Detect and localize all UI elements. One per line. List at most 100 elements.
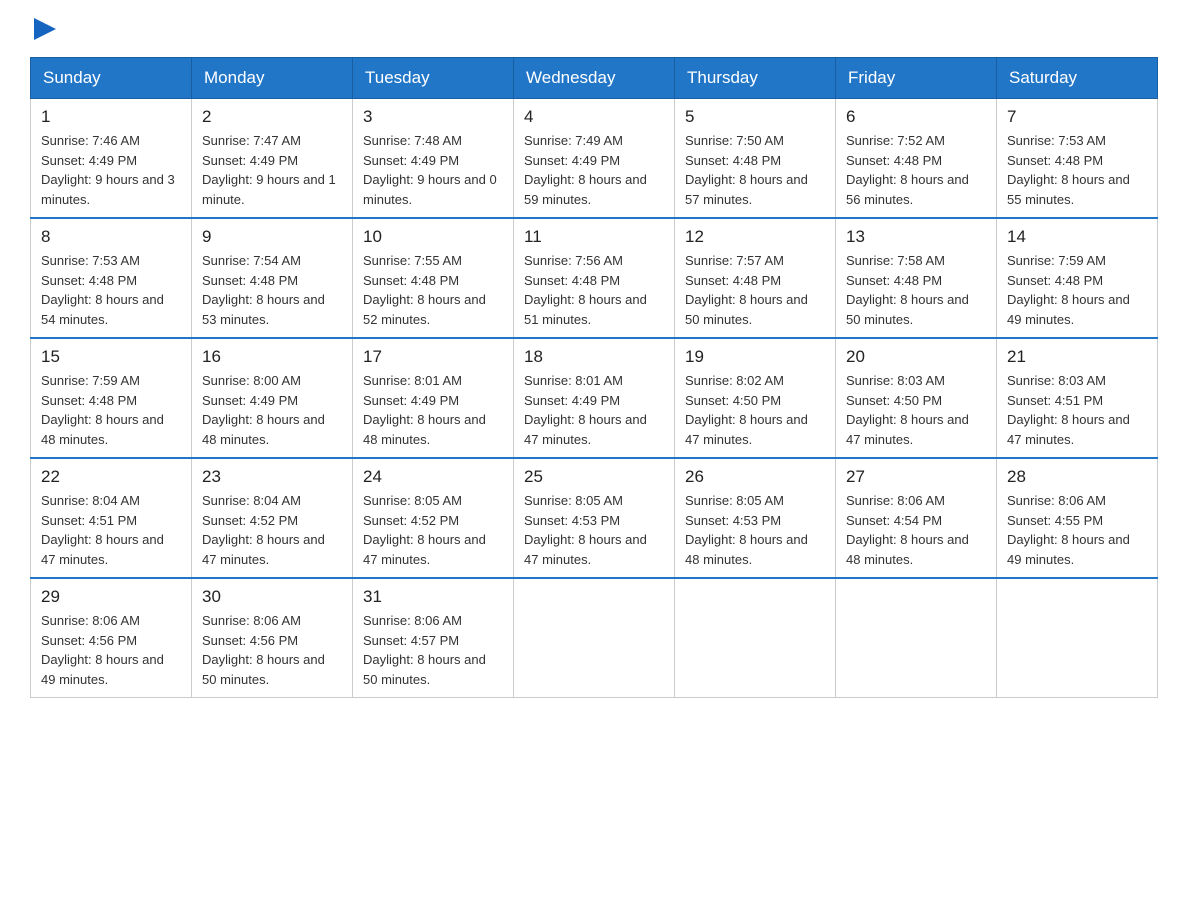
day-number: 2 bbox=[202, 107, 342, 127]
calendar-cell: 6 Sunrise: 7:52 AMSunset: 4:48 PMDayligh… bbox=[836, 99, 997, 219]
day-info: Sunrise: 8:06 AMSunset: 4:56 PMDaylight:… bbox=[202, 611, 342, 689]
day-number: 13 bbox=[846, 227, 986, 247]
calendar-cell: 2 Sunrise: 7:47 AMSunset: 4:49 PMDayligh… bbox=[192, 99, 353, 219]
day-number: 29 bbox=[41, 587, 181, 607]
day-info: Sunrise: 8:01 AMSunset: 4:49 PMDaylight:… bbox=[363, 371, 503, 449]
day-info: Sunrise: 7:52 AMSunset: 4:48 PMDaylight:… bbox=[846, 131, 986, 209]
day-info: Sunrise: 7:47 AMSunset: 4:49 PMDaylight:… bbox=[202, 131, 342, 209]
day-info: Sunrise: 8:03 AMSunset: 4:50 PMDaylight:… bbox=[846, 371, 986, 449]
day-number: 9 bbox=[202, 227, 342, 247]
calendar-cell: 28 Sunrise: 8:06 AMSunset: 4:55 PMDaylig… bbox=[997, 458, 1158, 578]
day-number: 3 bbox=[363, 107, 503, 127]
day-info: Sunrise: 8:05 AMSunset: 4:53 PMDaylight:… bbox=[685, 491, 825, 569]
day-number: 31 bbox=[363, 587, 503, 607]
day-number: 5 bbox=[685, 107, 825, 127]
day-number: 4 bbox=[524, 107, 664, 127]
day-info: Sunrise: 8:03 AMSunset: 4:51 PMDaylight:… bbox=[1007, 371, 1147, 449]
calendar-cell: 16 Sunrise: 8:00 AMSunset: 4:49 PMDaylig… bbox=[192, 338, 353, 458]
calendar-week-row: 15 Sunrise: 7:59 AMSunset: 4:48 PMDaylig… bbox=[31, 338, 1158, 458]
header-monday: Monday bbox=[192, 58, 353, 99]
calendar-cell: 7 Sunrise: 7:53 AMSunset: 4:48 PMDayligh… bbox=[997, 99, 1158, 219]
calendar-cell: 18 Sunrise: 8:01 AMSunset: 4:49 PMDaylig… bbox=[514, 338, 675, 458]
calendar-cell: 13 Sunrise: 7:58 AMSunset: 4:48 PMDaylig… bbox=[836, 218, 997, 338]
day-number: 8 bbox=[41, 227, 181, 247]
day-number: 1 bbox=[41, 107, 181, 127]
day-info: Sunrise: 7:57 AMSunset: 4:48 PMDaylight:… bbox=[685, 251, 825, 329]
day-info: Sunrise: 7:53 AMSunset: 4:48 PMDaylight:… bbox=[41, 251, 181, 329]
day-number: 20 bbox=[846, 347, 986, 367]
calendar-cell: 24 Sunrise: 8:05 AMSunset: 4:52 PMDaylig… bbox=[353, 458, 514, 578]
calendar-week-row: 1 Sunrise: 7:46 AMSunset: 4:49 PMDayligh… bbox=[31, 99, 1158, 219]
calendar-cell: 12 Sunrise: 7:57 AMSunset: 4:48 PMDaylig… bbox=[675, 218, 836, 338]
day-info: Sunrise: 8:04 AMSunset: 4:51 PMDaylight:… bbox=[41, 491, 181, 569]
calendar-cell: 29 Sunrise: 8:06 AMSunset: 4:56 PMDaylig… bbox=[31, 578, 192, 698]
day-number: 10 bbox=[363, 227, 503, 247]
logo bbox=[30, 20, 56, 47]
header-tuesday: Tuesday bbox=[353, 58, 514, 99]
logo-triangle-icon bbox=[34, 18, 56, 40]
day-number: 15 bbox=[41, 347, 181, 367]
calendar-week-row: 8 Sunrise: 7:53 AMSunset: 4:48 PMDayligh… bbox=[31, 218, 1158, 338]
calendar-cell: 15 Sunrise: 7:59 AMSunset: 4:48 PMDaylig… bbox=[31, 338, 192, 458]
day-info: Sunrise: 8:06 AMSunset: 4:54 PMDaylight:… bbox=[846, 491, 986, 569]
day-info: Sunrise: 8:05 AMSunset: 4:52 PMDaylight:… bbox=[363, 491, 503, 569]
calendar-cell: 23 Sunrise: 8:04 AMSunset: 4:52 PMDaylig… bbox=[192, 458, 353, 578]
day-number: 14 bbox=[1007, 227, 1147, 247]
calendar-cell: 21 Sunrise: 8:03 AMSunset: 4:51 PMDaylig… bbox=[997, 338, 1158, 458]
day-info: Sunrise: 7:48 AMSunset: 4:49 PMDaylight:… bbox=[363, 131, 503, 209]
calendar-cell: 14 Sunrise: 7:59 AMSunset: 4:48 PMDaylig… bbox=[997, 218, 1158, 338]
day-number: 16 bbox=[202, 347, 342, 367]
calendar-table: SundayMondayTuesdayWednesdayThursdayFrid… bbox=[30, 57, 1158, 698]
day-number: 19 bbox=[685, 347, 825, 367]
page-header bbox=[30, 20, 1158, 47]
day-number: 23 bbox=[202, 467, 342, 487]
day-number: 27 bbox=[846, 467, 986, 487]
day-number: 11 bbox=[524, 227, 664, 247]
calendar-cell: 26 Sunrise: 8:05 AMSunset: 4:53 PMDaylig… bbox=[675, 458, 836, 578]
header-friday: Friday bbox=[836, 58, 997, 99]
day-number: 17 bbox=[363, 347, 503, 367]
calendar-cell: 3 Sunrise: 7:48 AMSunset: 4:49 PMDayligh… bbox=[353, 99, 514, 219]
day-number: 25 bbox=[524, 467, 664, 487]
day-info: Sunrise: 7:55 AMSunset: 4:48 PMDaylight:… bbox=[363, 251, 503, 329]
day-number: 22 bbox=[41, 467, 181, 487]
day-info: Sunrise: 8:00 AMSunset: 4:49 PMDaylight:… bbox=[202, 371, 342, 449]
day-number: 18 bbox=[524, 347, 664, 367]
day-number: 28 bbox=[1007, 467, 1147, 487]
calendar-cell: 30 Sunrise: 8:06 AMSunset: 4:56 PMDaylig… bbox=[192, 578, 353, 698]
day-info: Sunrise: 7:59 AMSunset: 4:48 PMDaylight:… bbox=[1007, 251, 1147, 329]
calendar-week-row: 22 Sunrise: 8:04 AMSunset: 4:51 PMDaylig… bbox=[31, 458, 1158, 578]
day-info: Sunrise: 8:05 AMSunset: 4:53 PMDaylight:… bbox=[524, 491, 664, 569]
day-info: Sunrise: 7:56 AMSunset: 4:48 PMDaylight:… bbox=[524, 251, 664, 329]
calendar-week-row: 29 Sunrise: 8:06 AMSunset: 4:56 PMDaylig… bbox=[31, 578, 1158, 698]
calendar-cell: 5 Sunrise: 7:50 AMSunset: 4:48 PMDayligh… bbox=[675, 99, 836, 219]
calendar-cell: 8 Sunrise: 7:53 AMSunset: 4:48 PMDayligh… bbox=[31, 218, 192, 338]
day-number: 26 bbox=[685, 467, 825, 487]
calendar-cell bbox=[836, 578, 997, 698]
day-info: Sunrise: 8:06 AMSunset: 4:57 PMDaylight:… bbox=[363, 611, 503, 689]
day-number: 7 bbox=[1007, 107, 1147, 127]
day-info: Sunrise: 7:58 AMSunset: 4:48 PMDaylight:… bbox=[846, 251, 986, 329]
calendar-cell bbox=[675, 578, 836, 698]
calendar-cell bbox=[997, 578, 1158, 698]
day-info: Sunrise: 8:02 AMSunset: 4:50 PMDaylight:… bbox=[685, 371, 825, 449]
day-info: Sunrise: 7:53 AMSunset: 4:48 PMDaylight:… bbox=[1007, 131, 1147, 209]
day-number: 30 bbox=[202, 587, 342, 607]
day-info: Sunrise: 7:54 AMSunset: 4:48 PMDaylight:… bbox=[202, 251, 342, 329]
calendar-cell: 9 Sunrise: 7:54 AMSunset: 4:48 PMDayligh… bbox=[192, 218, 353, 338]
calendar-cell: 11 Sunrise: 7:56 AMSunset: 4:48 PMDaylig… bbox=[514, 218, 675, 338]
calendar-cell: 27 Sunrise: 8:06 AMSunset: 4:54 PMDaylig… bbox=[836, 458, 997, 578]
day-info: Sunrise: 7:46 AMSunset: 4:49 PMDaylight:… bbox=[41, 131, 181, 209]
calendar-cell: 22 Sunrise: 8:04 AMSunset: 4:51 PMDaylig… bbox=[31, 458, 192, 578]
calendar-cell bbox=[514, 578, 675, 698]
calendar-header-row: SundayMondayTuesdayWednesdayThursdayFrid… bbox=[31, 58, 1158, 99]
calendar-cell: 17 Sunrise: 8:01 AMSunset: 4:49 PMDaylig… bbox=[353, 338, 514, 458]
header-sunday: Sunday bbox=[31, 58, 192, 99]
day-number: 21 bbox=[1007, 347, 1147, 367]
day-number: 24 bbox=[363, 467, 503, 487]
calendar-cell: 1 Sunrise: 7:46 AMSunset: 4:49 PMDayligh… bbox=[31, 99, 192, 219]
header-thursday: Thursday bbox=[675, 58, 836, 99]
calendar-cell: 19 Sunrise: 8:02 AMSunset: 4:50 PMDaylig… bbox=[675, 338, 836, 458]
day-info: Sunrise: 8:04 AMSunset: 4:52 PMDaylight:… bbox=[202, 491, 342, 569]
header-wednesday: Wednesday bbox=[514, 58, 675, 99]
